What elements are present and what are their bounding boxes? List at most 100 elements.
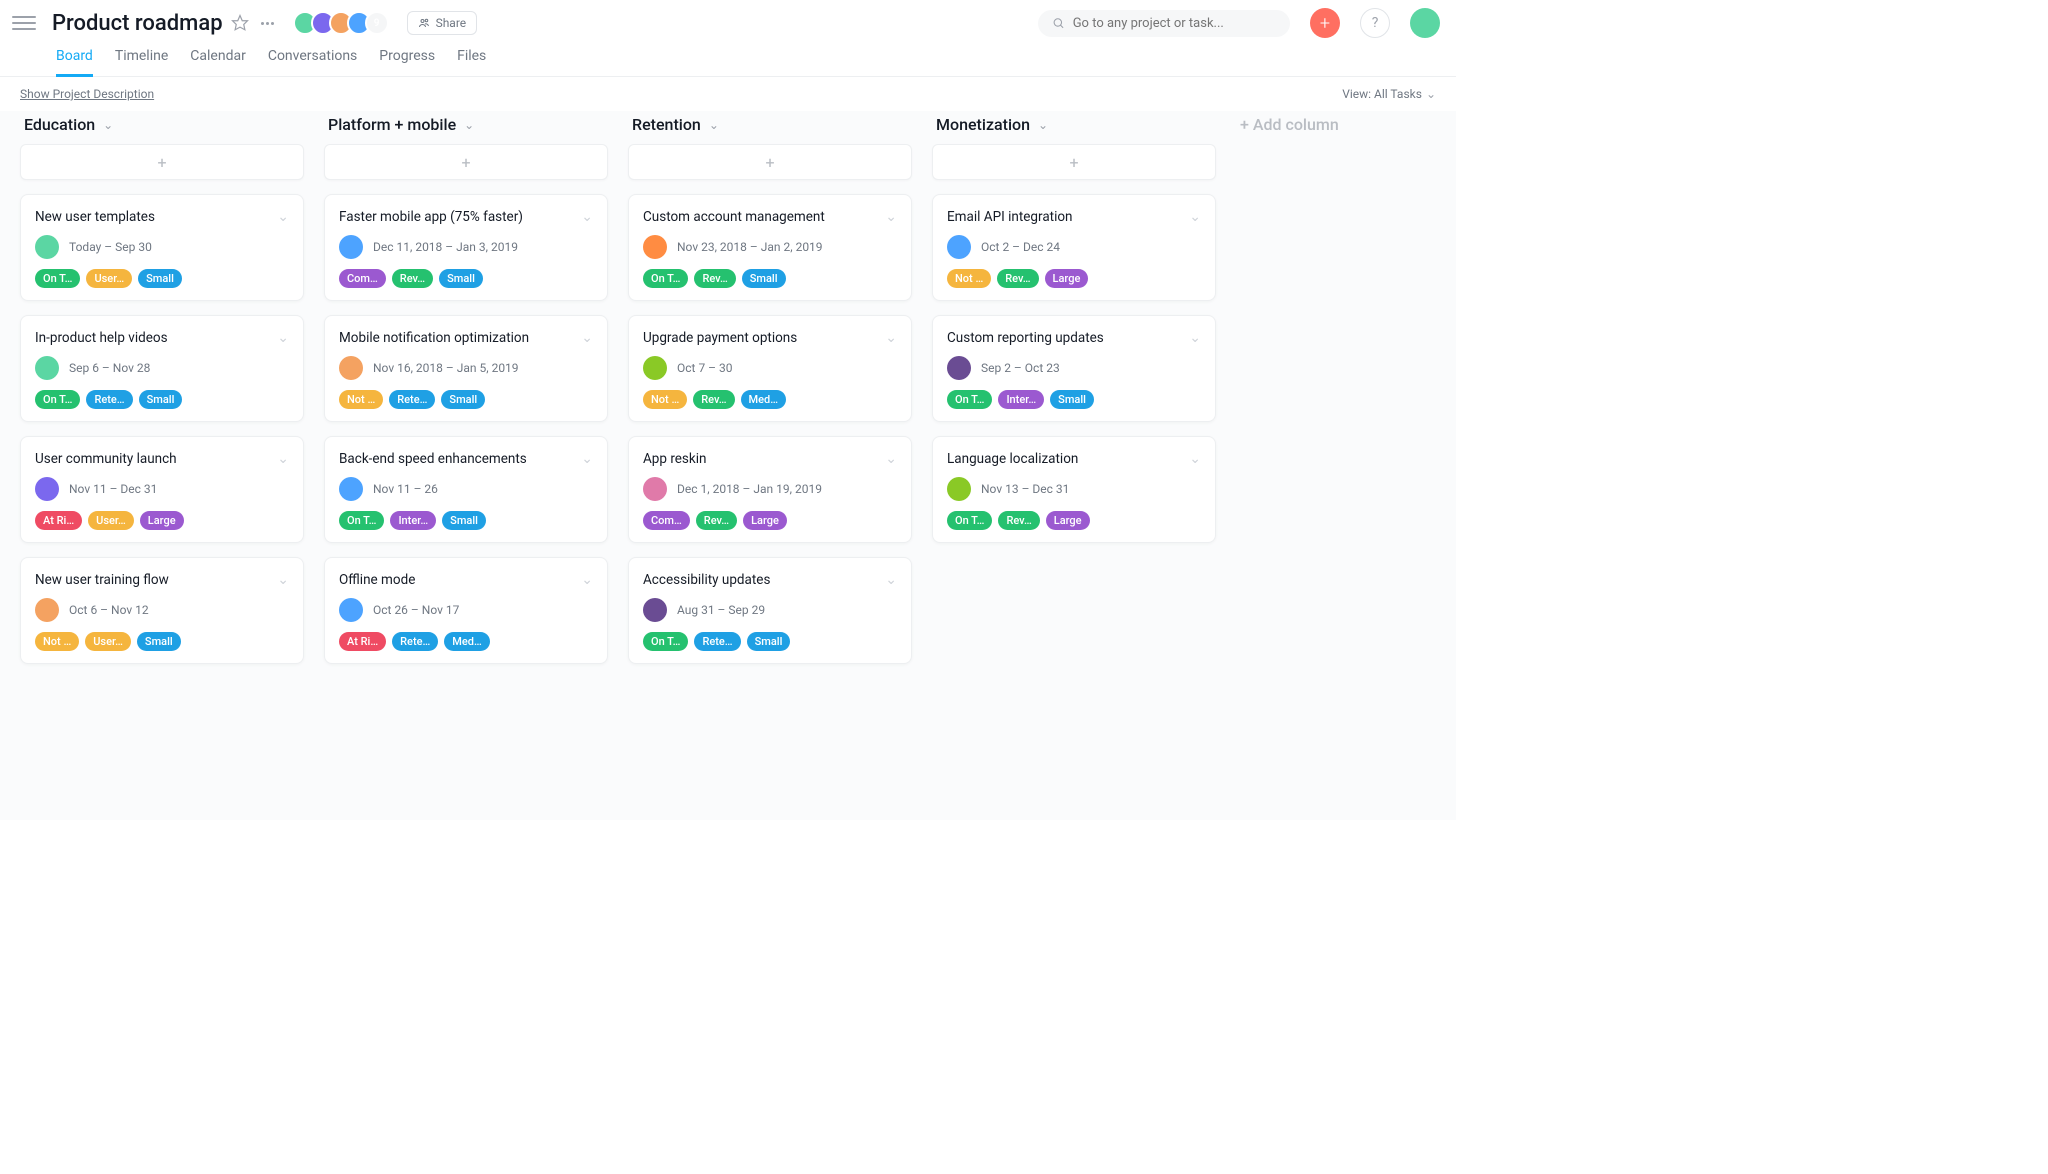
column-header[interactable]: Platform + mobile⌄ [324,111,608,144]
tag[interactable]: At Ri… [35,511,82,530]
chevron-down-icon[interactable]: ⌄ [885,209,897,225]
tag[interactable]: Small [137,632,181,651]
chevron-down-icon[interactable]: ⌄ [885,330,897,346]
tag[interactable]: Med… [741,390,787,409]
tag[interactable]: Small [747,632,791,651]
tag[interactable]: On T… [643,632,688,651]
tag[interactable]: Rev… [693,390,734,409]
chevron-down-icon[interactable]: ⌄ [277,330,289,346]
tag[interactable]: Rete… [389,390,435,409]
view-selector[interactable]: View: All Tasks ⌄ [1342,87,1436,101]
tag[interactable]: Not … [947,269,991,288]
tag[interactable]: Com… [643,511,690,530]
tag[interactable]: Large [1045,269,1089,288]
chevron-down-icon[interactable]: ⌄ [277,572,289,588]
tag[interactable]: Small [138,269,182,288]
tag[interactable]: Med… [444,632,490,651]
tag[interactable]: User… [85,632,131,651]
add-card-button[interactable]: + [932,144,1216,180]
tag[interactable]: On T… [947,511,992,530]
assignee-avatar[interactable] [947,477,971,501]
tab-timeline[interactable]: Timeline [115,48,168,76]
task-card[interactable]: New user templates⌄Today – Sep 30On T…Us… [20,194,304,301]
tag[interactable]: Small [742,269,786,288]
tag[interactable]: Inter… [390,511,436,530]
assignee-avatar[interactable] [35,356,59,380]
assignee-avatar[interactable] [35,598,59,622]
tag[interactable]: Not … [35,632,79,651]
tag[interactable]: On T… [947,390,992,409]
task-card[interactable]: Offline mode⌄Oct 26 – Nov 17At Ri…Rete…M… [324,557,608,664]
tag[interactable]: User… [86,269,132,288]
assignee-avatar[interactable] [35,477,59,501]
tab-board[interactable]: Board [56,48,93,77]
tag[interactable]: Rev… [694,269,735,288]
add-card-button[interactable]: + [20,144,304,180]
current-user-avatar[interactable] [1410,8,1440,38]
assignee-avatar[interactable] [35,235,59,259]
tag[interactable]: Large [140,511,184,530]
chevron-down-icon[interactable]: ⌄ [581,451,593,467]
tag[interactable]: Rev… [997,269,1038,288]
more-actions-button[interactable] [257,22,279,25]
project-members[interactable]: 9 [299,11,389,35]
tag[interactable]: On T… [35,390,80,409]
member-overflow-count[interactable]: 9 [365,11,389,35]
assignee-avatar[interactable] [643,598,667,622]
task-card[interactable]: Email API integration⌄Oct 2 – Dec 24Not … [932,194,1216,301]
tag[interactable]: Large [743,511,787,530]
tag[interactable]: Com… [339,269,386,288]
task-card[interactable]: Back-end speed enhancements⌄Nov 11 – 26O… [324,436,608,543]
search-input[interactable] [1073,16,1276,31]
assignee-avatar[interactable] [339,477,363,501]
task-card[interactable]: Custom reporting updates⌄Sep 2 – Oct 23O… [932,315,1216,422]
task-card[interactable]: Language localization⌄Nov 13 – Dec 31On … [932,436,1216,543]
tag[interactable]: Small [439,269,483,288]
chevron-down-icon[interactable]: ⌄ [277,209,289,225]
star-icon[interactable] [231,14,249,32]
tag[interactable]: Rete… [694,632,740,651]
help-button[interactable]: ? [1360,8,1390,38]
column-header[interactable]: Education⌄ [20,111,304,144]
chevron-down-icon[interactable]: ⌄ [1189,451,1201,467]
tag[interactable]: Small [441,390,485,409]
task-card[interactable]: Faster mobile app (75% faster)⌄Dec 11, 2… [324,194,608,301]
add-column-button[interactable]: + Add column [1236,111,1343,144]
tag[interactable]: On T… [339,511,384,530]
tag[interactable]: Small [442,511,486,530]
task-card[interactable]: Mobile notification optimization⌄Nov 16,… [324,315,608,422]
task-card[interactable]: Custom account management⌄Nov 23, 2018 –… [628,194,912,301]
tab-progress[interactable]: Progress [379,48,435,76]
tag[interactable]: Rev… [392,269,433,288]
column-header[interactable]: Retention⌄ [628,111,912,144]
tag[interactable]: Small [1050,390,1094,409]
assignee-avatar[interactable] [643,356,667,380]
task-card[interactable]: New user training flow⌄Oct 6 – Nov 12Not… [20,557,304,664]
chevron-down-icon[interactable]: ⌄ [581,572,593,588]
tag[interactable]: On T… [643,269,688,288]
assignee-avatar[interactable] [339,598,363,622]
share-button[interactable]: Share [407,11,478,35]
tag[interactable]: Inter… [998,390,1044,409]
assignee-avatar[interactable] [339,356,363,380]
tag[interactable]: On T… [35,269,80,288]
tag[interactable]: Not … [339,390,383,409]
chevron-down-icon[interactable]: ⌄ [1189,330,1201,346]
task-card[interactable]: Accessibility updates⌄Aug 31 – Sep 29On … [628,557,912,664]
tag[interactable]: Rev… [998,511,1039,530]
assignee-avatar[interactable] [947,235,971,259]
chevron-down-icon[interactable]: ⌄ [581,330,593,346]
tag[interactable]: Rev… [696,511,737,530]
tag[interactable]: User… [88,511,134,530]
add-card-button[interactable]: + [324,144,608,180]
chevron-down-icon[interactable]: ⌄ [885,451,897,467]
sidebar-toggle-button[interactable] [12,11,36,35]
tag[interactable]: Small [139,390,183,409]
chevron-down-icon[interactable]: ⌄ [581,209,593,225]
column-header[interactable]: Monetization⌄ [932,111,1216,144]
global-search[interactable] [1038,10,1290,37]
show-description-link[interactable]: Show Project Description [20,87,154,101]
chevron-down-icon[interactable]: ⌄ [885,572,897,588]
tab-conversations[interactable]: Conversations [268,48,357,76]
assignee-avatar[interactable] [339,235,363,259]
